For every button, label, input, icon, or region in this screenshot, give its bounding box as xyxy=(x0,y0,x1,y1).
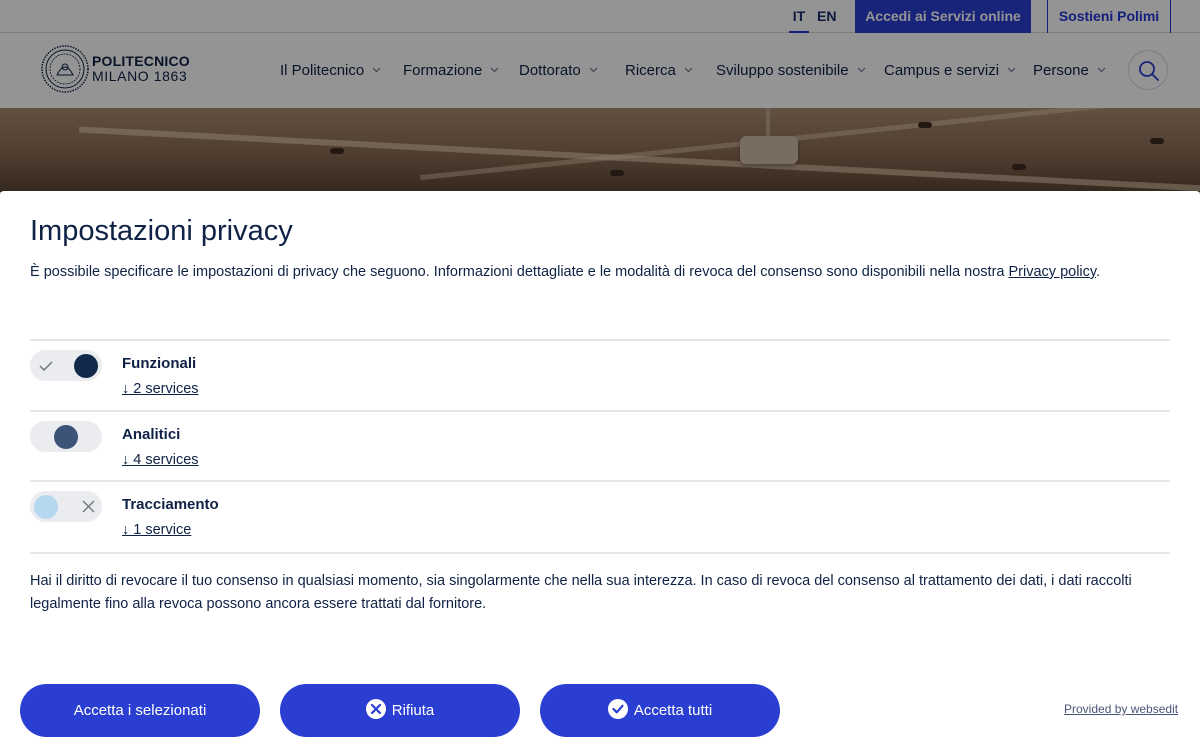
toggle-tracciamento[interactable] xyxy=(30,491,102,522)
toggle-analitici[interactable] xyxy=(30,421,102,452)
provided-by-link[interactable]: Provided by websedit xyxy=(1064,702,1178,716)
accept-all-button[interactable]: Accetta tutti xyxy=(540,684,780,737)
button-label: Accetta tutti xyxy=(633,702,713,719)
panel-title: Impostazioni privacy xyxy=(30,215,293,247)
toggle-knob xyxy=(74,354,98,378)
intro-text: È possibile specificare le impostazioni … xyxy=(30,264,1009,280)
close-circle-icon xyxy=(365,688,386,741)
consent-actions: Accetta i selezionati Rifiuta Accetta tu… xyxy=(0,650,1200,750)
cross-icon xyxy=(82,500,95,518)
services-link[interactable]: ↓ 1 service xyxy=(122,522,191,538)
category-label: Tracciamento xyxy=(122,496,219,513)
services-link[interactable]: ↓ 4 services xyxy=(122,452,199,468)
consent-row-tracciamento: Tracciamento ↓ 1 service xyxy=(30,480,1170,554)
check-icon xyxy=(39,359,53,377)
panel-intro: È possibile specificare le impostazioni … xyxy=(30,264,1170,280)
category-label: Funzionali xyxy=(122,355,197,372)
privacy-policy-link[interactable]: Privacy policy xyxy=(1009,264,1097,280)
toggle-funzionali[interactable] xyxy=(30,350,102,381)
accept-selected-button[interactable]: Accetta i selezionati xyxy=(20,684,260,737)
intro-end: . xyxy=(1096,264,1101,280)
button-label: Rifiuta xyxy=(391,702,435,719)
toggle-knob xyxy=(34,495,58,519)
reject-button[interactable]: Rifiuta xyxy=(280,684,520,737)
revocation-note: Hai il diritto di revocare il tuo consen… xyxy=(30,573,1132,612)
toggle-knob xyxy=(54,425,78,449)
button-label: Accetta i selezionati xyxy=(73,702,207,719)
category-label: Analitici xyxy=(122,426,181,443)
services-link[interactable]: ↓ 2 services xyxy=(122,381,199,397)
consent-row-analitici: Analitici ↓ 4 services xyxy=(30,410,1170,482)
consent-row-funzionali: Funzionali ↓ 2 services xyxy=(30,339,1170,411)
check-circle-icon xyxy=(607,688,628,741)
